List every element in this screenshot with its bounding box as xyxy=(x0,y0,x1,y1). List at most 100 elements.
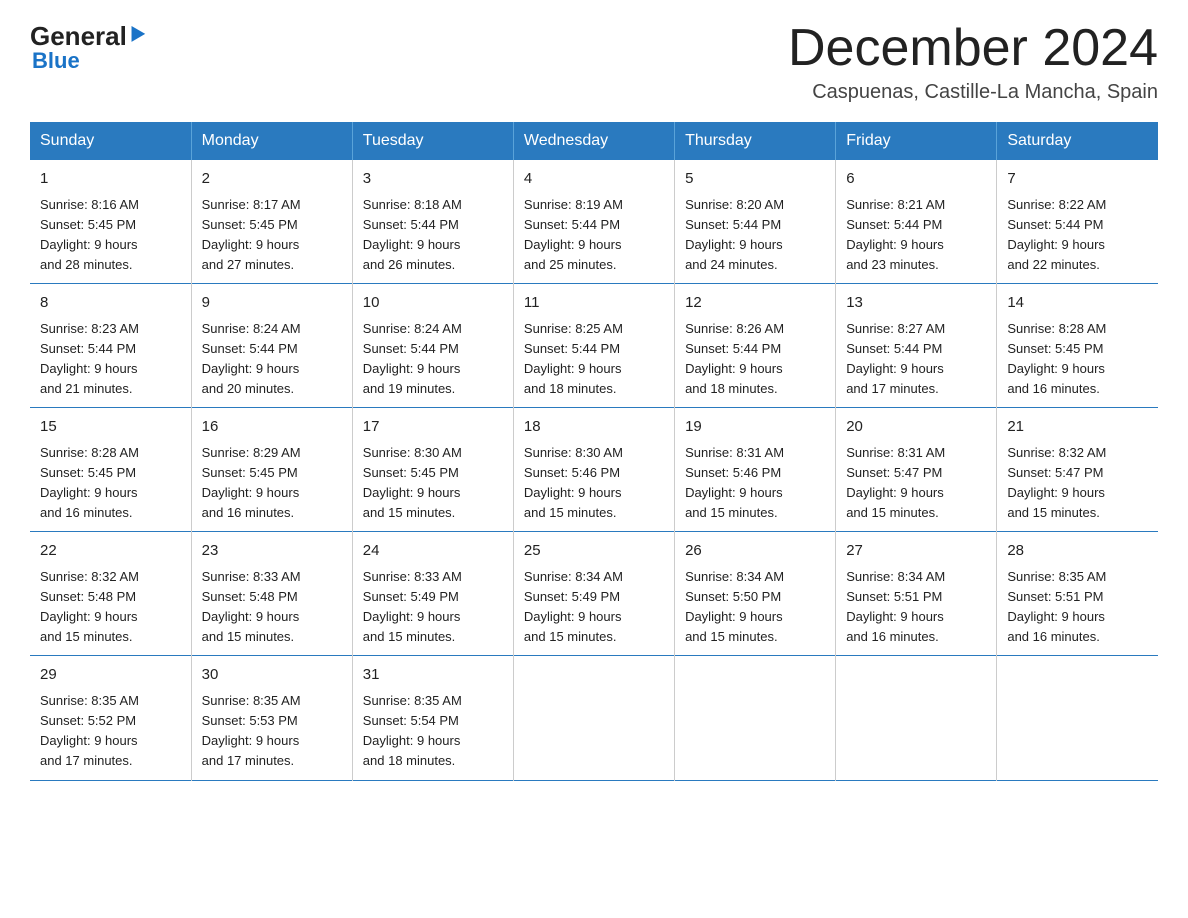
day-cell: 16 Sunrise: 8:29 AMSunset: 5:45 PMDayligh… xyxy=(191,408,352,532)
day-number: 17 xyxy=(363,416,503,439)
col-header-monday: Monday xyxy=(191,122,352,160)
day-info: Sunrise: 8:26 AMSunset: 5:44 PMDaylight:… xyxy=(685,319,825,400)
day-cell: 30 Sunrise: 8:35 AMSunset: 5:53 PMDayligh… xyxy=(191,656,352,780)
day-info: Sunrise: 8:29 AMSunset: 5:45 PMDaylight:… xyxy=(202,443,342,524)
day-info: Sunrise: 8:24 AMSunset: 5:44 PMDaylight:… xyxy=(202,319,342,400)
day-cell xyxy=(997,656,1158,780)
day-cell: 22 Sunrise: 8:32 AMSunset: 5:48 PMDayligh… xyxy=(30,532,191,656)
logo-general: General xyxy=(30,21,127,52)
day-cell: 29 Sunrise: 8:35 AMSunset: 5:52 PMDayligh… xyxy=(30,656,191,780)
col-header-sunday: Sunday xyxy=(30,122,191,160)
day-cell: 17 Sunrise: 8:30 AMSunset: 5:45 PMDayligh… xyxy=(352,408,513,532)
day-cell: 6 Sunrise: 8:21 AMSunset: 5:44 PMDaylight… xyxy=(836,160,997,284)
week-row-2: 8 Sunrise: 8:23 AMSunset: 5:44 PMDaylight… xyxy=(30,284,1158,408)
day-number: 16 xyxy=(202,416,342,439)
day-number: 13 xyxy=(846,292,986,315)
day-cell: 1 Sunrise: 8:16 AMSunset: 5:45 PMDaylight… xyxy=(30,160,191,284)
day-info: Sunrise: 8:34 AMSunset: 5:49 PMDaylight:… xyxy=(524,567,664,648)
day-cell: 28 Sunrise: 8:35 AMSunset: 5:51 PMDayligh… xyxy=(997,532,1158,656)
day-number: 12 xyxy=(685,292,825,315)
day-info: Sunrise: 8:22 AMSunset: 5:44 PMDaylight:… xyxy=(1007,195,1148,276)
col-header-thursday: Thursday xyxy=(675,122,836,160)
day-number: 8 xyxy=(40,292,181,315)
day-number: 31 xyxy=(363,664,503,687)
day-number: 4 xyxy=(524,168,664,191)
day-info: Sunrise: 8:32 AMSunset: 5:48 PMDaylight:… xyxy=(40,567,181,648)
day-number: 3 xyxy=(363,168,503,191)
day-cell: 27Sunrise: 8:34 AMSunset: 5:51 PMDayligh… xyxy=(836,532,997,656)
day-cell: 11Sunrise: 8:25 AMSunset: 5:44 PMDayligh… xyxy=(513,284,674,408)
col-header-friday: Friday xyxy=(836,122,997,160)
day-cell: 4 Sunrise: 8:19 AMSunset: 5:44 PMDaylight… xyxy=(513,160,674,284)
day-info: Sunrise: 8:35 AMSunset: 5:54 PMDaylight:… xyxy=(363,691,503,772)
day-info: Sunrise: 8:16 AMSunset: 5:45 PMDaylight:… xyxy=(40,195,181,276)
day-cell: 13 Sunrise: 8:27 AMSunset: 5:44 PMDayligh… xyxy=(836,284,997,408)
day-number: 6 xyxy=(846,168,986,191)
day-number: 26 xyxy=(685,540,825,563)
day-cell: 15 Sunrise: 8:28 AMSunset: 5:45 PMDayligh… xyxy=(30,408,191,532)
day-cell: 7Sunrise: 8:22 AMSunset: 5:44 PMDaylight… xyxy=(997,160,1158,284)
day-info: Sunrise: 8:21 AMSunset: 5:44 PMDaylight:… xyxy=(846,195,986,276)
day-cell: 3Sunrise: 8:18 AMSunset: 5:44 PMDaylight… xyxy=(352,160,513,284)
day-info: Sunrise: 8:27 AMSunset: 5:44 PMDaylight:… xyxy=(846,319,986,400)
day-number: 23 xyxy=(202,540,342,563)
week-row-1: 1 Sunrise: 8:16 AMSunset: 5:45 PMDaylight… xyxy=(30,160,1158,284)
day-info: Sunrise: 8:32 AMSunset: 5:47 PMDaylight:… xyxy=(1007,443,1148,524)
week-row-3: 15 Sunrise: 8:28 AMSunset: 5:45 PMDayligh… xyxy=(30,408,1158,532)
day-cell: 26Sunrise: 8:34 AMSunset: 5:50 PMDayligh… xyxy=(675,532,836,656)
col-header-saturday: Saturday xyxy=(997,122,1158,160)
day-cell: 21Sunrise: 8:32 AMSunset: 5:47 PMDayligh… xyxy=(997,408,1158,532)
day-info: Sunrise: 8:33 AMSunset: 5:49 PMDaylight:… xyxy=(363,567,503,648)
day-number: 18 xyxy=(524,416,664,439)
day-cell: 14Sunrise: 8:28 AMSunset: 5:45 PMDayligh… xyxy=(997,284,1158,408)
week-row-4: 22 Sunrise: 8:32 AMSunset: 5:48 PMDayligh… xyxy=(30,532,1158,656)
day-info: Sunrise: 8:20 AMSunset: 5:44 PMDaylight:… xyxy=(685,195,825,276)
day-number: 30 xyxy=(202,664,342,687)
day-number: 2 xyxy=(202,168,342,191)
day-cell: 31 Sunrise: 8:35 AMSunset: 5:54 PMDayligh… xyxy=(352,656,513,780)
day-number: 28 xyxy=(1007,540,1148,563)
day-cell: 19Sunrise: 8:31 AMSunset: 5:46 PMDayligh… xyxy=(675,408,836,532)
day-number: 11 xyxy=(524,292,664,315)
day-info: Sunrise: 8:23 AMSunset: 5:44 PMDaylight:… xyxy=(40,319,181,400)
day-cell: 24Sunrise: 8:33 AMSunset: 5:49 PMDayligh… xyxy=(352,532,513,656)
day-cell: 10Sunrise: 8:24 AMSunset: 5:44 PMDayligh… xyxy=(352,284,513,408)
day-cell: 9 Sunrise: 8:24 AMSunset: 5:44 PMDaylight… xyxy=(191,284,352,408)
main-title: December 2024 xyxy=(788,20,1158,77)
calendar-table: SundayMondayTuesdayWednesdayThursdayFrid… xyxy=(30,122,1158,780)
day-info: Sunrise: 8:35 AMSunset: 5:53 PMDaylight:… xyxy=(202,691,342,772)
day-number: 15 xyxy=(40,416,181,439)
title-block: December 2024 Caspuenas, Castille-La Man… xyxy=(788,20,1158,104)
day-info: Sunrise: 8:30 AMSunset: 5:45 PMDaylight:… xyxy=(363,443,503,524)
day-number: 20 xyxy=(846,416,986,439)
day-cell xyxy=(513,656,674,780)
logo-blue-text: ⯈ xyxy=(127,20,148,52)
day-number: 9 xyxy=(202,292,342,315)
day-info: Sunrise: 8:35 AMSunset: 5:52 PMDaylight:… xyxy=(40,691,181,772)
col-header-tuesday: Tuesday xyxy=(352,122,513,160)
day-number: 29 xyxy=(40,664,181,687)
day-number: 5 xyxy=(685,168,825,191)
day-cell: 2 Sunrise: 8:17 AMSunset: 5:45 PMDaylight… xyxy=(191,160,352,284)
day-info: Sunrise: 8:28 AMSunset: 5:45 PMDaylight:… xyxy=(40,443,181,524)
day-cell xyxy=(675,656,836,780)
day-info: Sunrise: 8:33 AMSunset: 5:48 PMDaylight:… xyxy=(202,567,342,648)
day-info: Sunrise: 8:31 AMSunset: 5:46 PMDaylight:… xyxy=(685,443,825,524)
day-info: Sunrise: 8:35 AMSunset: 5:51 PMDaylight:… xyxy=(1007,567,1148,648)
day-info: Sunrise: 8:31 AMSunset: 5:47 PMDaylight:… xyxy=(846,443,986,524)
day-info: Sunrise: 8:17 AMSunset: 5:45 PMDaylight:… xyxy=(202,195,342,276)
day-info: Sunrise: 8:28 AMSunset: 5:45 PMDaylight:… xyxy=(1007,319,1148,400)
day-cell: 25 Sunrise: 8:34 AMSunset: 5:49 PMDayligh… xyxy=(513,532,674,656)
logo: General ⯈ Blue xyxy=(30,20,148,74)
day-cell xyxy=(836,656,997,780)
week-row-5: 29 Sunrise: 8:35 AMSunset: 5:52 PMDayligh… xyxy=(30,656,1158,780)
page-header: General ⯈ Blue December 2024 Caspuenas, … xyxy=(30,20,1158,104)
day-info: Sunrise: 8:34 AMSunset: 5:51 PMDaylight:… xyxy=(846,567,986,648)
subtitle: Caspuenas, Castille-La Mancha, Spain xyxy=(788,81,1158,104)
day-cell: 18Sunrise: 8:30 AMSunset: 5:46 PMDayligh… xyxy=(513,408,674,532)
day-cell: 5 Sunrise: 8:20 AMSunset: 5:44 PMDaylight… xyxy=(675,160,836,284)
day-number: 25 xyxy=(524,540,664,563)
day-number: 22 xyxy=(40,540,181,563)
day-number: 1 xyxy=(40,168,181,191)
day-info: Sunrise: 8:19 AMSunset: 5:44 PMDaylight:… xyxy=(524,195,664,276)
